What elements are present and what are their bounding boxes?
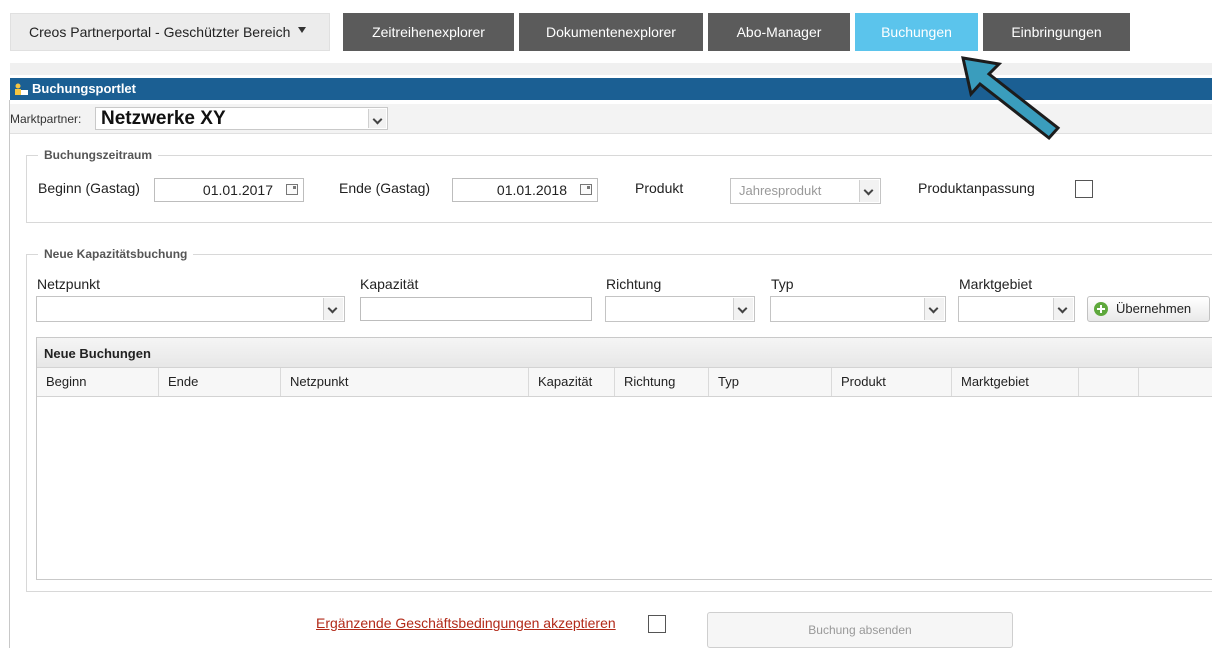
- ende-value: 01.01.2018: [496, 182, 567, 198]
- user-booking-icon: [15, 83, 28, 95]
- ende-date-input[interactable]: 01.01.2018: [452, 178, 598, 202]
- portlet-header: Buchungsportlet: [10, 78, 1212, 100]
- produktanpassung-checkbox[interactable]: [1075, 180, 1093, 198]
- produkt-value: Jahresprodukt: [739, 183, 822, 198]
- portlet-title: Buchungsportlet: [32, 81, 136, 96]
- kapazitaet-label: Kapazität: [360, 276, 419, 292]
- beginn-value: 01.01.2017: [202, 182, 273, 198]
- column-header-marktgebiet[interactable]: Marktgebiet: [952, 368, 1079, 396]
- tab-zeitreihenexplorer[interactable]: Zeitreihenexplorer: [343, 13, 514, 51]
- nav-divider: [10, 63, 1212, 75]
- marktpartner-value: Netzwerke XY: [101, 108, 226, 129]
- uebernehmen-label: Übernehmen: [1116, 301, 1192, 316]
- neue-buchungen-grid: Neue Buchungen Beginn Ende Netzpunkt Kap…: [36, 337, 1212, 580]
- chevron-down-icon[interactable]: [859, 180, 879, 202]
- netzpunkt-label: Netzpunkt: [37, 276, 101, 292]
- site-title-menu[interactable]: Creos Partnerportal - Geschützter Bereic…: [10, 13, 330, 51]
- marktpartner-select[interactable]: Netzwerke XY: [95, 107, 388, 130]
- caret-down-icon[interactable]: [298, 27, 306, 33]
- produkt-label: Produkt: [635, 180, 684, 196]
- site-title: Creos Partnerportal - Geschützter Bereic…: [29, 24, 291, 40]
- beginn-date-input[interactable]: 01.01.2017: [154, 178, 304, 202]
- marktpartner-label: Marktpartner:: [10, 112, 82, 126]
- kapazitaetsbuchung-legend: Neue Kapazitätsbuchung: [38, 247, 194, 261]
- plus-circle-icon: [1094, 302, 1108, 316]
- chevron-down-icon[interactable]: [924, 298, 944, 320]
- beginn-label: Beginn (Gastag): [38, 180, 140, 196]
- portlet-border: [9, 100, 10, 648]
- produktanpassung-label: Produktanpassung: [918, 180, 1035, 196]
- typ-select[interactable]: [770, 296, 946, 322]
- tab-abo-manager[interactable]: Abo-Manager: [708, 13, 850, 51]
- column-header-produkt[interactable]: Produkt: [832, 368, 952, 396]
- chevron-down-icon[interactable]: [323, 298, 343, 320]
- calendar-icon[interactable]: [580, 184, 592, 195]
- uebernehmen-button[interactable]: Übernehmen: [1087, 296, 1210, 322]
- column-header-ende[interactable]: Ende: [159, 368, 281, 396]
- richtung-select[interactable]: [605, 296, 755, 322]
- calendar-icon[interactable]: [286, 184, 298, 195]
- marktpartner-row: Marktpartner: Netzwerke XY: [10, 104, 1212, 134]
- chevron-down-icon[interactable]: [368, 109, 386, 128]
- ende-label: Ende (Gastag): [339, 180, 431, 196]
- kapazitaet-input[interactable]: [360, 297, 592, 321]
- tab-buchungen[interactable]: Buchungen: [855, 13, 978, 51]
- richtung-label: Richtung: [606, 276, 662, 292]
- column-header-empty-1: [1079, 368, 1139, 396]
- column-header-kapazitaet[interactable]: Kapazität: [529, 368, 615, 396]
- produkt-select[interactable]: Jahresprodukt: [730, 178, 881, 204]
- column-header-empty-2: [1139, 368, 1212, 396]
- terms-checkbox[interactable]: [648, 615, 666, 633]
- tab-dokumentenexplorer[interactable]: Dokumentenexplorer: [519, 13, 703, 51]
- netzpunkt-select[interactable]: [36, 296, 345, 322]
- chevron-down-icon[interactable]: [1053, 298, 1073, 320]
- chevron-down-icon[interactable]: [733, 298, 753, 320]
- buchungszeitraum-legend: Buchungszeitraum: [38, 148, 159, 162]
- column-header-netzpunkt[interactable]: Netzpunkt: [281, 368, 529, 396]
- terms-link[interactable]: Ergänzende Geschäftsbedingungen akzeptie…: [316, 615, 616, 631]
- marktgebiet-label: Marktgebiet: [959, 276, 1033, 292]
- buchung-absenden-button[interactable]: Buchung absenden: [707, 612, 1013, 648]
- grid-title: Neue Buchungen: [37, 338, 1212, 368]
- column-header-typ[interactable]: Typ: [709, 368, 832, 396]
- column-header-beginn[interactable]: Beginn: [37, 368, 159, 396]
- typ-label: Typ: [771, 276, 794, 292]
- top-navigation: Creos Partnerportal - Geschützter Bereic…: [0, 0, 1212, 64]
- marktgebiet-select[interactable]: [958, 296, 1075, 322]
- tab-einbringungen[interactable]: Einbringungen: [983, 13, 1130, 51]
- column-header-richtung[interactable]: Richtung: [615, 368, 709, 396]
- grid-header-row: Beginn Ende Netzpunkt Kapazität Richtung…: [37, 368, 1212, 397]
